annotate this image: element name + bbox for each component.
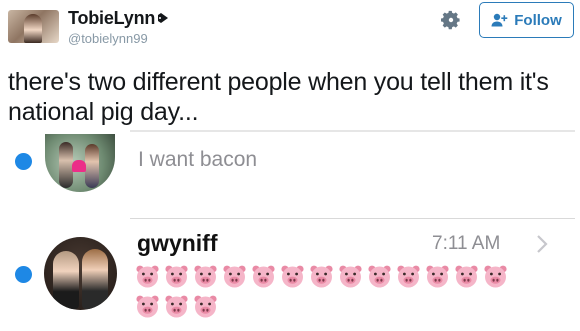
follow-label: Follow [514,11,562,29]
pig-face-emoji [483,264,508,288]
pig-face-emoji [135,264,160,288]
pig-face-emoji [251,264,276,288]
contact-avatar [44,237,117,310]
tweet-text: there's two different people when you te… [8,68,549,126]
avatar-figure [82,249,108,309]
sender-name: gwyniff [137,230,218,256]
divider [130,218,575,219]
messages-screenshot: I want bacon gwyniff 7:11 AM [0,130,580,331]
divider [130,130,575,132]
pig-emoji-message [135,264,555,324]
pig-face-emoji [193,264,218,288]
pig-face-emoji [135,294,160,318]
heart-balloon [72,160,86,172]
add-user-icon [491,13,508,27]
emoji-row [135,294,555,322]
pig-face-emoji [396,264,421,288]
pig-face-emoji [454,264,479,288]
pig-face-emoji [222,264,247,288]
avatar-figure [24,14,42,43]
pig-face-emoji [164,294,189,318]
gear-icon[interactable] [440,9,462,31]
pig-face-emoji [338,264,363,288]
avatar-figure [53,251,79,309]
chevron-right-icon [537,235,548,253]
display-name-row[interactable]: TobieLynn [68,8,169,29]
unread-dot [15,266,32,283]
user-handle[interactable]: @tobielynn99 [68,31,148,46]
pig-nose-icon [158,13,169,23]
pig-face-emoji [425,264,450,288]
avatar[interactable] [8,10,59,43]
message-preview: I want bacon [138,148,258,171]
contact-avatar [45,134,115,192]
emoji-row [135,264,555,292]
pig-face-emoji [193,294,218,318]
pig-face-emoji [367,264,392,288]
avatar-figure [85,144,99,188]
tweet-header: TobieLynn @tobielynn99 Follow [0,0,580,60]
message-time: 7:11 AM [432,233,501,254]
pig-face-emoji [280,264,305,288]
unread-dot [15,153,32,170]
pig-face-emoji [309,264,334,288]
pig-face-emoji [164,264,189,288]
display-name[interactable]: TobieLynn [68,8,155,28]
avatar-figure [59,142,73,188]
follow-button[interactable]: Follow [479,2,574,38]
